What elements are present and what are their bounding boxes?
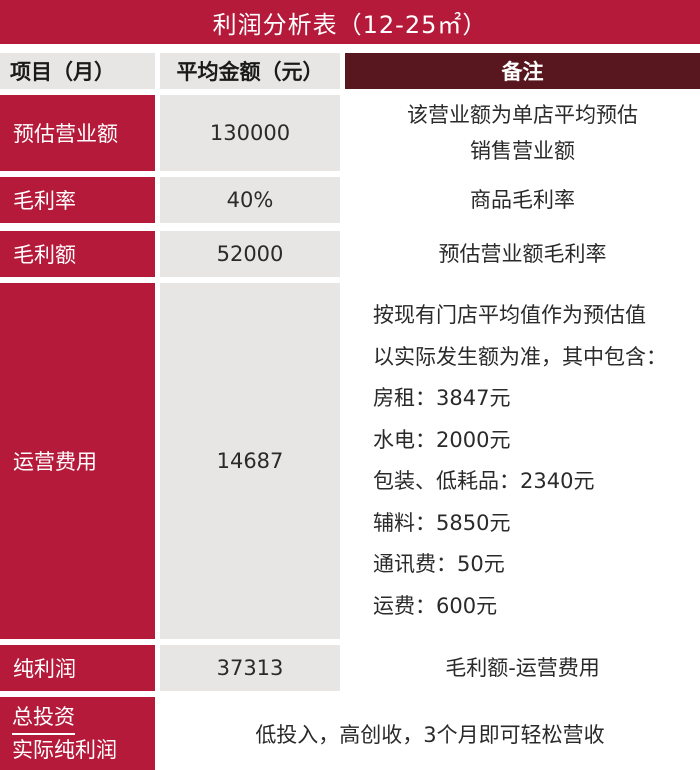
- row-note-estimated-revenue: 该营业额为单店平均预估 销售营业额: [345, 95, 700, 171]
- row-label-gross-profit: 毛利额: [0, 231, 155, 277]
- row-note-net-profit: 毛利额-运营费用: [345, 645, 700, 691]
- note-line: 房租：3847元: [373, 386, 511, 410]
- note-line: 预估营业额毛利率: [438, 242, 607, 266]
- row-note-gross-margin-rate: 商品毛利率: [345, 177, 700, 223]
- row-label-gross-margin-rate: 毛利率: [0, 177, 155, 223]
- footer-label: 总投资 实际纯利润: [0, 697, 155, 770]
- header-item-month: 项目（月）: [0, 53, 155, 89]
- row-label-net-profit: 纯利润: [0, 645, 155, 691]
- row-label-estimated-revenue: 预估营业额: [0, 95, 155, 171]
- footer-summary-text: 低投入，高创收，3个月即可轻松营收: [160, 697, 700, 770]
- note-line: 销售营业额: [470, 139, 575, 163]
- footer-label-actual-net-profit: 实际纯利润: [12, 738, 117, 762]
- note-line: 毛利额-运营费用: [445, 656, 600, 680]
- row-amount-estimated-revenue: 130000: [160, 95, 340, 171]
- row-note-gross-profit: 预估营业额毛利率: [345, 231, 700, 277]
- row-amount-net-profit: 37313: [160, 645, 340, 691]
- row-amount-gross-margin-rate: 40%: [160, 177, 340, 223]
- row-label-operating-expenses: 运营费用: [0, 283, 155, 639]
- header-remark: 备注: [345, 53, 700, 89]
- row-amount-operating-expenses: 14687: [160, 283, 340, 639]
- note-line: 按现有门店平均值作为预估值: [373, 303, 646, 327]
- note-line: 该营业额为单店平均预估: [407, 103, 638, 127]
- table-title: 利润分析表（12-25㎡）: [0, 0, 700, 44]
- profit-analysis-table: 利润分析表（12-25㎡） 项目（月） 平均金额（元） 备注 预估营业额 130…: [0, 0, 700, 770]
- note-line: 通讯费：50元: [373, 552, 505, 576]
- note-line: 包装、低耗品：2340元: [373, 469, 595, 493]
- note-line: 商品毛利率: [470, 188, 575, 212]
- row-note-operating-expenses: 按现有门店平均值作为预估值 以实际发生额为准，其中包含： 房租：3847元 水电…: [345, 283, 700, 639]
- note-line: 运费：600元: [373, 593, 498, 618]
- header-average-amount: 平均金额（元）: [160, 53, 340, 89]
- footer-label-total-investment: 总投资: [12, 702, 75, 735]
- note-line: 以实际发生额为准，其中包含：: [373, 344, 667, 369]
- note-line: 水电：2000元: [373, 427, 511, 452]
- row-amount-gross-profit: 52000: [160, 231, 340, 277]
- note-line: 辅料：5850元: [373, 510, 511, 535]
